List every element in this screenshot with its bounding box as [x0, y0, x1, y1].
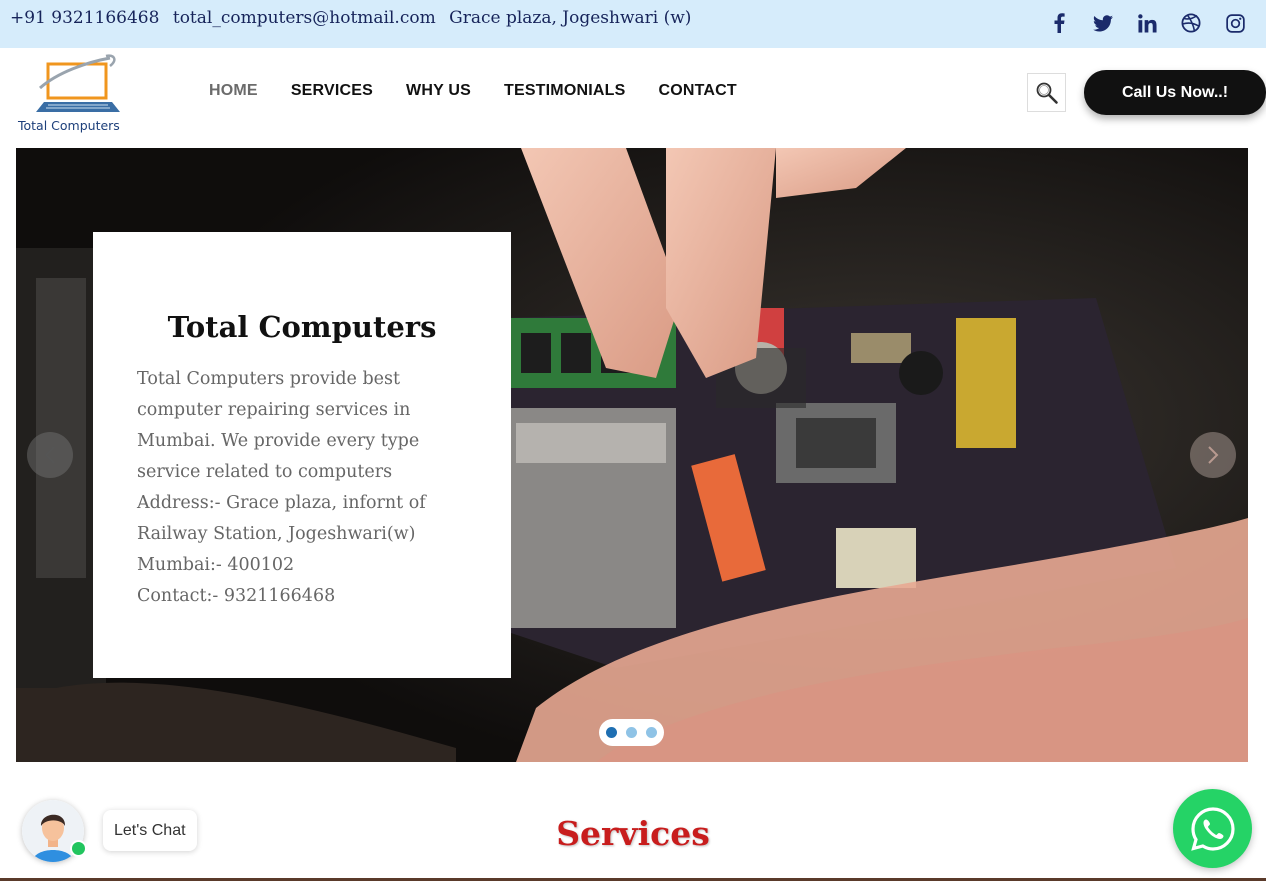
- hero-line: Mumbai. We provide every type: [137, 431, 420, 451]
- slider-dot-2[interactable]: [626, 727, 637, 738]
- slider-dot-3[interactable]: [646, 727, 657, 738]
- main-nav: HOME SERVICES WHY US TESTIMONIALS CONTAC…: [209, 82, 737, 100]
- slider-prev-button[interactable]: [27, 432, 73, 478]
- nav-testimonials[interactable]: TESTIMONIALS: [504, 82, 626, 100]
- address-text: Grace plaza, Jogeshwari (w): [449, 8, 692, 28]
- site-header: Total Computers HOME SERVICES WHY US TES…: [0, 48, 1266, 148]
- chevron-left-icon: [44, 446, 55, 464]
- laptop-logo-icon: [36, 54, 120, 112]
- site-logo[interactable]: Total Computers: [18, 54, 138, 136]
- nav-home[interactable]: HOME: [209, 82, 258, 100]
- email-address[interactable]: total_computers@hotmail.com: [173, 8, 436, 28]
- social-links: [1048, 12, 1246, 34]
- dribbble-icon[interactable]: [1180, 12, 1202, 34]
- top-contact-bar: +91 9321166468 total_computers@hotmail.c…: [0, 0, 1266, 48]
- hero-line: Mumbai:- 400102: [137, 555, 295, 575]
- hero-title: Total Computers: [167, 310, 437, 344]
- hero-line: service related to computers: [137, 462, 393, 482]
- nav-contact[interactable]: CONTACT: [658, 82, 736, 100]
- hero-line: computer repairing services in: [137, 400, 411, 420]
- whatsapp-button[interactable]: [1173, 789, 1252, 868]
- nav-services[interactable]: SERVICES: [291, 82, 373, 100]
- logo-text: Total Computers: [18, 118, 120, 133]
- hero-description: Total Computers provide best computer re…: [137, 364, 477, 612]
- twitter-icon[interactable]: [1092, 12, 1114, 34]
- contact-info: +91 9321166468 total_computers@hotmail.c…: [10, 8, 699, 28]
- hero-line: Railway Station, Jogeshwari(w): [137, 524, 416, 544]
- hero-slider: Total Computers Total Computers provide …: [16, 148, 1248, 762]
- instagram-icon[interactable]: [1224, 12, 1246, 34]
- hero-info-card: Total Computers Total Computers provide …: [93, 232, 511, 678]
- search-icon: [1036, 82, 1058, 104]
- slider-next-button[interactable]: [1190, 432, 1236, 478]
- lets-chat-button[interactable]: Let's Chat: [103, 810, 197, 851]
- phone-number[interactable]: +91 9321166468: [10, 8, 159, 28]
- chevron-right-icon: [1208, 446, 1219, 464]
- hero-line: Address:- Grace plaza, infornt of: [137, 493, 426, 513]
- search-button[interactable]: [1027, 73, 1066, 112]
- linkedin-icon[interactable]: [1136, 12, 1158, 34]
- online-status-indicator: [70, 840, 87, 857]
- facebook-icon[interactable]: [1048, 12, 1070, 34]
- hero-line: Contact:- 9321166468: [137, 586, 336, 606]
- hero-line: Total Computers provide best: [137, 369, 401, 389]
- call-us-button[interactable]: Call Us Now..!: [1084, 70, 1266, 115]
- slider-pagination: [599, 719, 664, 746]
- whatsapp-icon: [1190, 806, 1235, 851]
- slider-dot-1[interactable]: [606, 727, 617, 738]
- nav-why-us[interactable]: WHY US: [406, 82, 471, 100]
